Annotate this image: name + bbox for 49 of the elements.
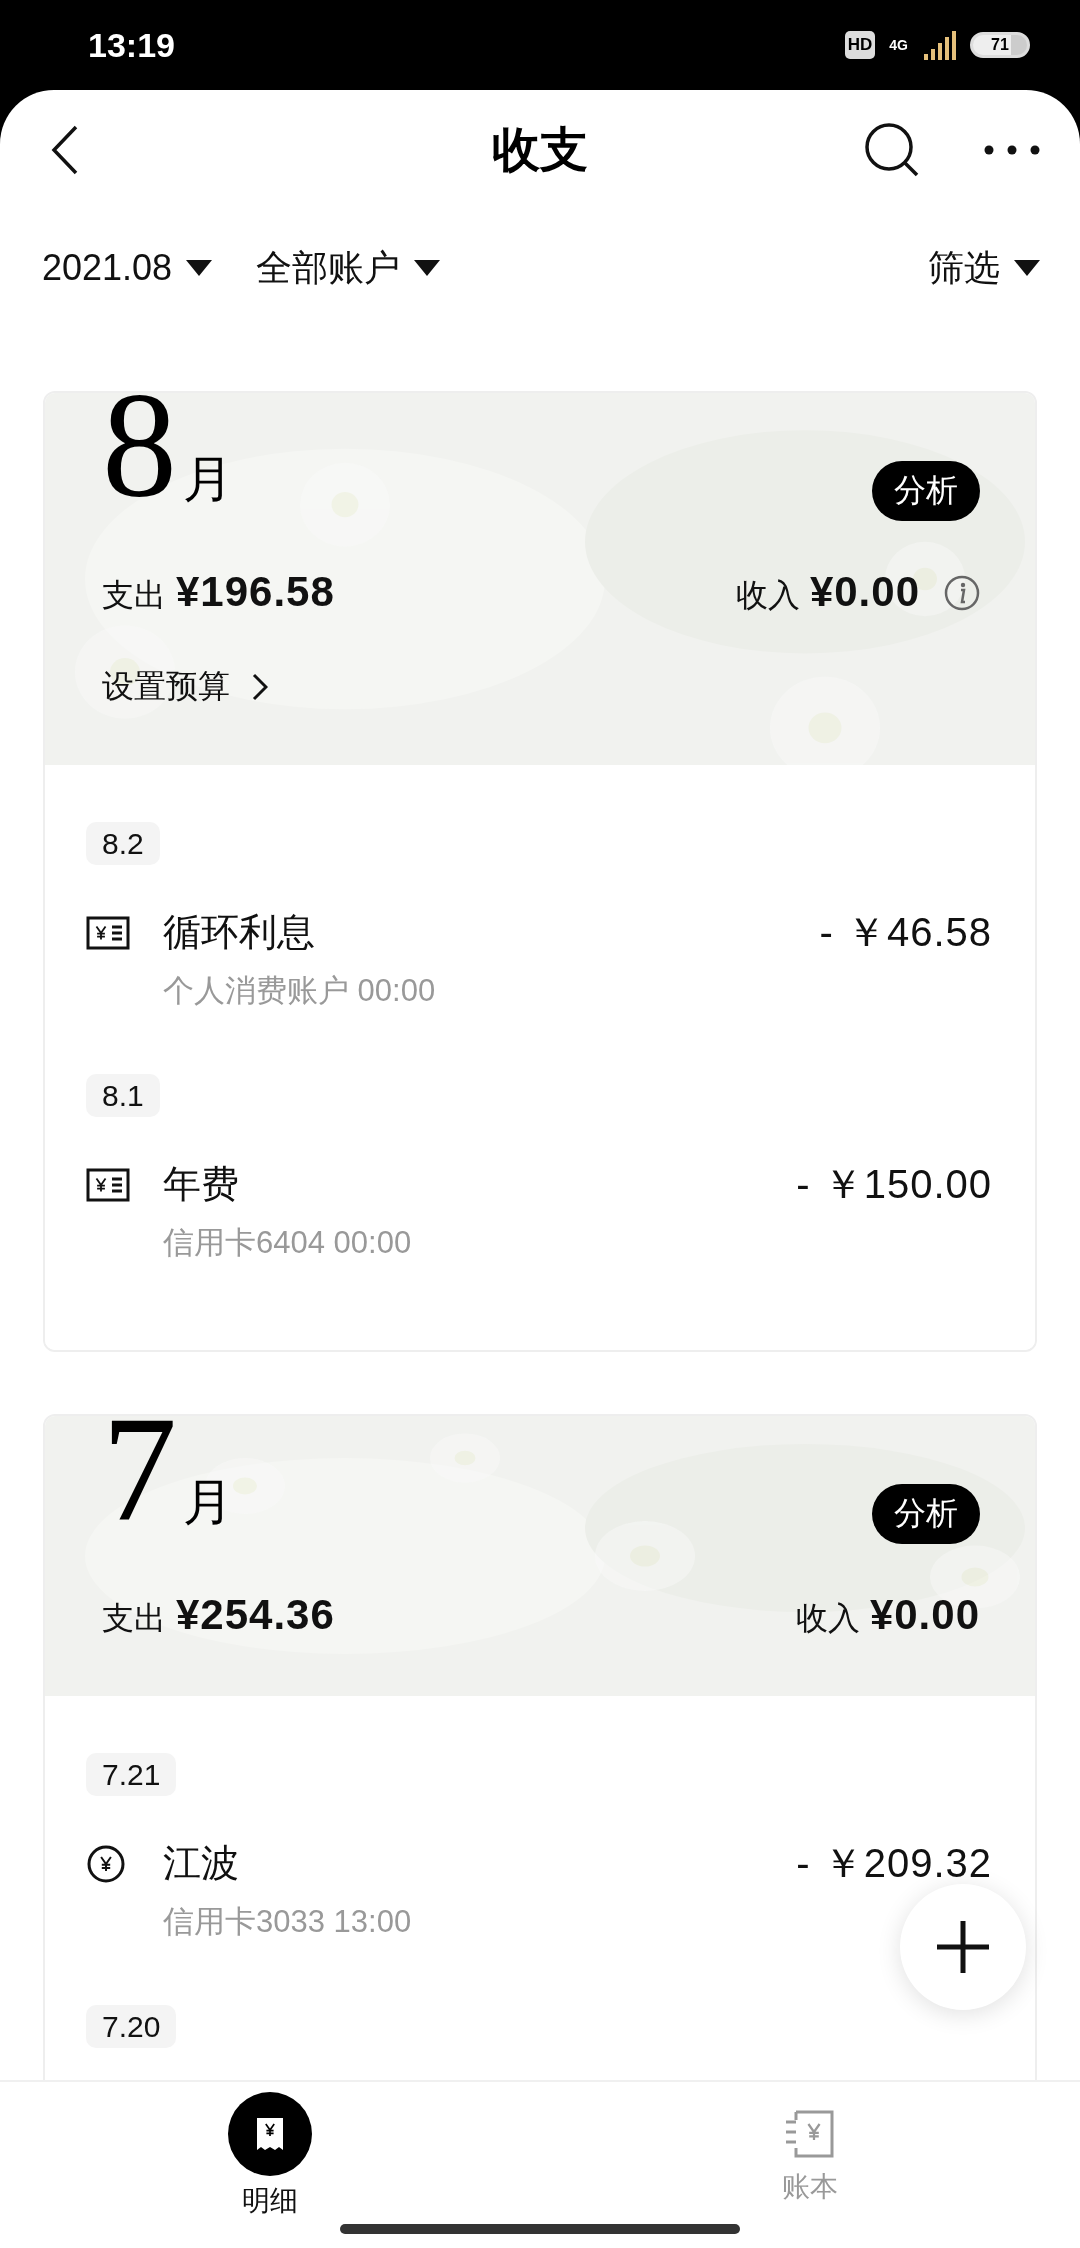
month-unit: 月 bbox=[183, 1473, 233, 1532]
expense-label: 支出 bbox=[102, 576, 166, 615]
transaction-detail: 信用卡6404 00:00 bbox=[163, 1224, 413, 1262]
chevron-icon bbox=[252, 673, 268, 701]
filter-dropdown[interactable]: 筛选 bbox=[928, 243, 1040, 293]
search-button[interactable] bbox=[864, 122, 920, 178]
caret-icon bbox=[1014, 260, 1040, 276]
date-label: 7.20 bbox=[86, 2005, 177, 2048]
filter-dropdown[interactable]: 全部账户 bbox=[256, 243, 441, 293]
month-unit: 月 bbox=[183, 450, 233, 509]
transaction-amount: - ￥46.58 bbox=[819, 909, 992, 956]
back-button[interactable] bbox=[50, 124, 80, 176]
transaction-detail: 信用卡3033 13:00 bbox=[163, 1903, 413, 1941]
expense-amount: ¥196.58 bbox=[176, 568, 335, 616]
filter-dropdown[interactable]: 2021.08 bbox=[42, 247, 213, 289]
network-label: 4G bbox=[889, 37, 908, 53]
date-label: 7.21 bbox=[86, 1753, 177, 1796]
hd-badge: HD bbox=[844, 31, 876, 59]
coin-icon bbox=[86, 1843, 126, 1884]
transaction-amount: - ￥150.00 bbox=[796, 1161, 992, 1208]
income-amount: ¥0.00 bbox=[869, 1591, 980, 1639]
date-label: 8.2 bbox=[86, 822, 160, 865]
transaction-amount: - ￥209.32 bbox=[796, 1840, 992, 1887]
income-amount: ¥0.00 bbox=[809, 568, 920, 616]
transaction-title: 循环利息 bbox=[163, 910, 316, 955]
bill-icon bbox=[86, 915, 130, 950]
info-icon[interactable] bbox=[944, 575, 980, 611]
nav-tab[interactable]: 明细 bbox=[0, 2092, 540, 2220]
plus-icon bbox=[935, 1919, 991, 1975]
income-label: 收入 bbox=[735, 576, 800, 615]
month-number: 7 bbox=[102, 1416, 177, 1528]
caret-icon bbox=[186, 260, 213, 276]
more-button[interactable] bbox=[984, 145, 1040, 155]
battery-icon: 71 bbox=[970, 32, 1030, 58]
transaction-title: 江波 bbox=[163, 1841, 240, 1886]
date-label: 8.1 bbox=[86, 1074, 160, 1117]
expense-label: 支出 bbox=[102, 1599, 166, 1638]
bill-icon bbox=[86, 1167, 130, 1202]
status-time: 13:19 bbox=[88, 25, 175, 65]
income-label: 收入 bbox=[795, 1599, 860, 1638]
expense-amount: ¥254.36 bbox=[176, 1591, 335, 1639]
receipt-icon bbox=[228, 2092, 312, 2176]
signal-icon bbox=[922, 30, 956, 60]
page-title: 收支 bbox=[492, 122, 588, 178]
budget-link[interactable]: 设置预算 bbox=[102, 665, 268, 709]
transaction-detail: 个人消费账户 00:00 bbox=[163, 972, 437, 1010]
caret-icon bbox=[414, 260, 441, 276]
transaction-title: 年费 bbox=[163, 1162, 240, 1207]
month-number: 8 bbox=[102, 393, 177, 505]
